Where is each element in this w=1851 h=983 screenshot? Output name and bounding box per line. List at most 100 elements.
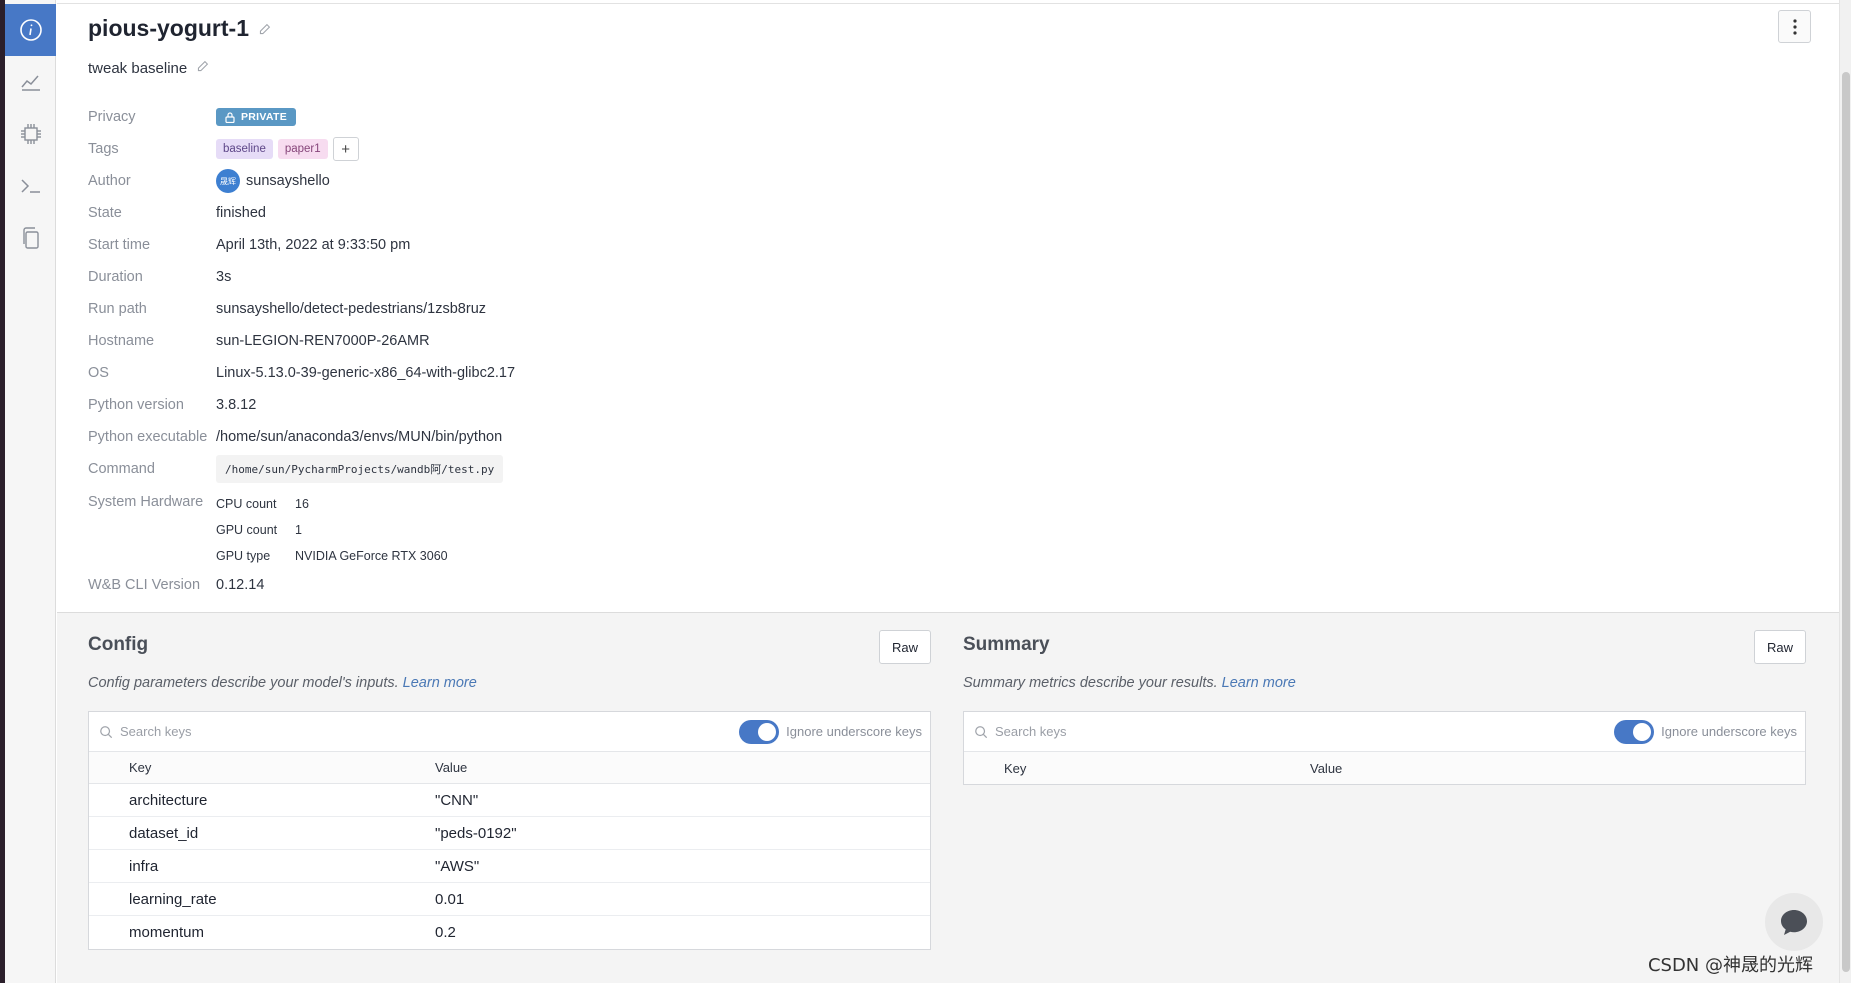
- add-tag-button[interactable]: +: [332, 137, 359, 161]
- command-row: Command /home/sun/PycharmProjects/wandb阿…: [88, 453, 515, 485]
- tag-paper1[interactable]: paper1: [277, 139, 328, 159]
- hardware-value: NVIDIA GeForce RTX 3060: [295, 549, 448, 563]
- config-key-header[interactable]: Key: [89, 760, 435, 775]
- sidebar-item-charts[interactable]: [5, 56, 56, 108]
- config-table-header: Key Value: [89, 752, 930, 784]
- config-panel: Config Raw Config parameters describe yo…: [88, 613, 931, 983]
- sidebar-item-overview[interactable]: [5, 4, 56, 56]
- sidebar-item-files[interactable]: [5, 212, 56, 264]
- run-path-label: Run path: [88, 301, 147, 317]
- config-ignore-underscore-toggle[interactable]: [739, 719, 780, 744]
- terminal-icon: [20, 179, 40, 193]
- system-hardware-label: System Hardware: [88, 494, 204, 510]
- config-value-cell: 0.2: [435, 924, 456, 941]
- run-description[interactable]: tweak baseline: [88, 60, 187, 77]
- chat-support-button[interactable]: [1765, 893, 1823, 951]
- run-overview: pious-yogurt-1 tweak baseline Privacy PR…: [57, 0, 1839, 983]
- search-icon: [100, 725, 113, 738]
- table-row[interactable]: architecture "CNN": [89, 784, 930, 817]
- summary-key-header[interactable]: Key: [964, 761, 1310, 776]
- privacy-row: Privacy PRIVATE: [88, 101, 515, 133]
- table-row[interactable]: dataset_id "peds-0192": [89, 817, 930, 850]
- more-options-button[interactable]: [1778, 10, 1811, 43]
- author-link[interactable]: sunsayshello: [246, 173, 330, 189]
- duration-row: Duration 3s: [88, 261, 515, 293]
- hardware-key: CPU count: [216, 497, 277, 511]
- sidebar-item-system[interactable]: [5, 108, 56, 160]
- state-label: State: [88, 205, 122, 221]
- privacy-badge-text: PRIVATE: [241, 111, 288, 123]
- privacy-badge[interactable]: PRIVATE: [216, 108, 297, 126]
- start-time-row: Start time April 13th, 2022 at 9:33:50 p…: [88, 229, 515, 261]
- cli-version-row: W&B CLI Version 0.12.14: [88, 569, 515, 601]
- config-key-cell: momentum: [129, 924, 205, 941]
- scrollbar-thumb[interactable]: [1842, 72, 1850, 972]
- author-label: Author: [88, 173, 131, 189]
- files-icon: [22, 227, 39, 249]
- run-path-row: Run path sunsayshello/detect-pedestrians…: [88, 293, 515, 325]
- summary-table-header: Key Value: [964, 752, 1805, 784]
- hostname-row: Hostname sun-LEGION-REN7000P-26AMR: [88, 325, 515, 357]
- config-description-text: Config parameters describe your model's …: [88, 675, 399, 691]
- config-learn-more-link[interactable]: Learn more: [403, 675, 477, 691]
- summary-value-header[interactable]: Value: [1310, 761, 1805, 776]
- config-description: Config parameters describe your model's …: [88, 675, 477, 691]
- run-description-row: tweak baseline: [88, 60, 209, 77]
- hardware-item: GPU type NVIDIA GeForce RTX 3060: [216, 543, 448, 569]
- line-chart-icon: [20, 75, 40, 91]
- tag-baseline[interactable]: baseline: [216, 139, 273, 159]
- summary-search-input[interactable]: [995, 724, 1615, 739]
- config-key-cell: architecture: [129, 791, 208, 809]
- start-time-value: April 13th, 2022 at 9:33:50 pm: [216, 237, 411, 253]
- tags-row: Tags baseline paper1 +: [88, 133, 515, 165]
- config-summary-section: Config Raw Config parameters describe yo…: [57, 612, 1839, 983]
- config-title: Config: [88, 634, 149, 655]
- summary-toggle-label: Ignore underscore keys: [1661, 724, 1797, 739]
- summary-table: Ignore underscore keys Key Value: [963, 711, 1806, 785]
- os-row: OS Linux-5.13.0-39-generic-x86_64-with-g…: [88, 357, 515, 389]
- vertical-scrollbar[interactable]: [1839, 0, 1851, 983]
- config-value-cell: 0.01: [435, 890, 465, 908]
- state-row: State finished: [88, 197, 515, 229]
- table-row[interactable]: infra "AWS": [89, 850, 930, 883]
- duration-value: 3s: [216, 269, 232, 285]
- edit-description-pencil-icon[interactable]: [196, 60, 209, 77]
- config-search-row: Ignore underscore keys: [89, 712, 930, 752]
- info-icon: [19, 19, 42, 41]
- hardware-key: GPU count: [216, 523, 278, 537]
- sidebar-item-logs[interactable]: [5, 160, 56, 212]
- chip-icon: [20, 124, 41, 144]
- table-row[interactable]: learning_rate 0.01: [89, 883, 930, 916]
- os-label: OS: [88, 365, 109, 381]
- summary-learn-more-link[interactable]: Learn more: [1222, 675, 1296, 691]
- command-label: Command: [88, 461, 155, 477]
- summary-ignore-underscore-toggle[interactable]: [1614, 719, 1655, 744]
- config-value-cell: "peds-0192": [435, 824, 517, 842]
- python-version-value: 3.8.12: [216, 397, 257, 413]
- tags-label: Tags: [88, 141, 119, 157]
- edit-name-pencil-icon[interactable]: [258, 15, 271, 42]
- author-row: Author 晟辉 sunsayshello: [88, 165, 515, 197]
- avatar[interactable]: 晟辉: [216, 169, 240, 193]
- system-hardware-row: System Hardware CPU count 16 GPU count 1…: [88, 491, 515, 569]
- summary-raw-button[interactable]: Raw: [1754, 630, 1806, 664]
- hardware-item: CPU count 16: [216, 491, 448, 517]
- hardware-key: GPU type: [216, 549, 271, 563]
- config-toggle-label: Ignore underscore keys: [786, 724, 922, 739]
- config-raw-button[interactable]: Raw: [879, 630, 931, 664]
- config-key-cell: learning_rate: [129, 890, 217, 908]
- summary-description-text: Summary metrics describe your results.: [963, 675, 1218, 691]
- config-search-input[interactable]: [120, 724, 740, 739]
- config-value-header[interactable]: Value: [435, 760, 930, 775]
- table-row[interactable]: momentum 0.2: [89, 916, 930, 949]
- state-value: finished: [216, 205, 266, 221]
- hostname-value: sun-LEGION-REN7000P-26AMR: [216, 333, 430, 349]
- run-name[interactable]: pious-yogurt-1: [88, 15, 249, 42]
- config-table: Ignore underscore keys Key Value archite…: [88, 711, 931, 950]
- lock-icon: [225, 111, 235, 123]
- summary-title: Summary: [963, 634, 1050, 655]
- run-info-list: Privacy PRIVATE Tags baseline paper1 + A…: [88, 101, 515, 601]
- chat-bubble-icon: [1781, 910, 1807, 935]
- summary-description: Summary metrics describe your results. L…: [963, 675, 1296, 691]
- command-value: /home/sun/PycharmProjects/wandb阿/test.py: [216, 455, 504, 483]
